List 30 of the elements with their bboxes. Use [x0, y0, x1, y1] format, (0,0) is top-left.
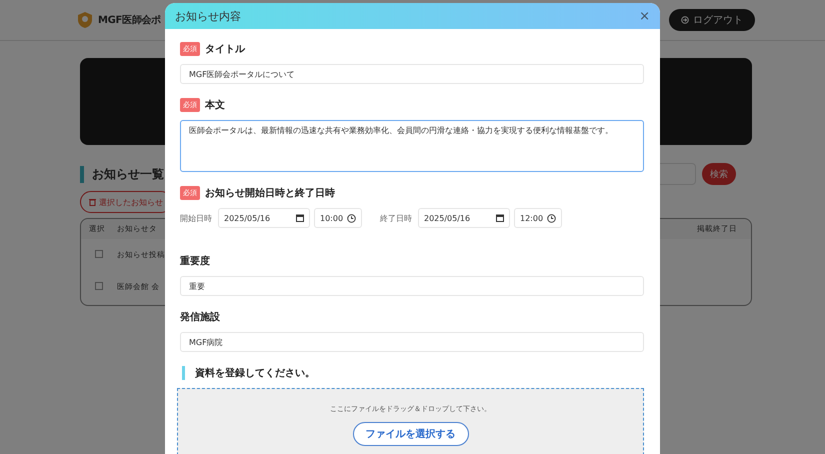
calendar-icon — [496, 214, 504, 222]
time-field[interactable]: 10:00 — [314, 208, 362, 228]
row-checkbox[interactable] — [95, 282, 103, 290]
date-field[interactable]: 2025/05/16 — [418, 208, 510, 228]
close-button[interactable]: × — [639, 8, 650, 24]
logout-button[interactable]: ログアウト — [669, 9, 755, 31]
logout-icon — [681, 16, 689, 24]
input-field[interactable]: 重要 — [180, 276, 644, 296]
datetime-label: 開始日時 — [180, 212, 212, 224]
logo-text: MGF医師会ポ — [98, 14, 161, 27]
field-label: 発信施設 — [180, 310, 220, 324]
clock-icon — [547, 214, 556, 222]
time-field[interactable]: 12:00 — [514, 208, 562, 228]
trash-icon — [89, 198, 96, 206]
clock-icon — [347, 214, 356, 222]
select-file-button[interactable]: ファイルを選択する — [352, 422, 468, 446]
input-field[interactable]: MGF病院 — [180, 332, 644, 352]
shield-logo-icon — [76, 11, 94, 29]
field-label: お知らせ開始日時と終了日時 — [205, 186, 335, 200]
field-label: 重要度 — [180, 254, 210, 268]
textarea-field[interactable]: 医師会ポータルは、最新情報の迅速な共有や業務効率化、会員間の円滑な連絡・協力を実現する便利な情報基盤です。 — [180, 120, 644, 172]
modal-title: お知らせ内容 — [175, 8, 241, 24]
upload-heading: 資料を登録してください。 — [182, 366, 644, 380]
input-field[interactable]: MGF医師会ポータルについて — [180, 64, 644, 84]
calendar-icon — [296, 214, 304, 222]
field-label: タイトル — [205, 43, 245, 56]
datetime-label: 終了日時 — [380, 212, 412, 224]
row-checkbox[interactable] — [95, 250, 103, 258]
field-label: 本文 — [205, 98, 225, 112]
date-field[interactable]: 2025/05/16 — [218, 208, 310, 228]
